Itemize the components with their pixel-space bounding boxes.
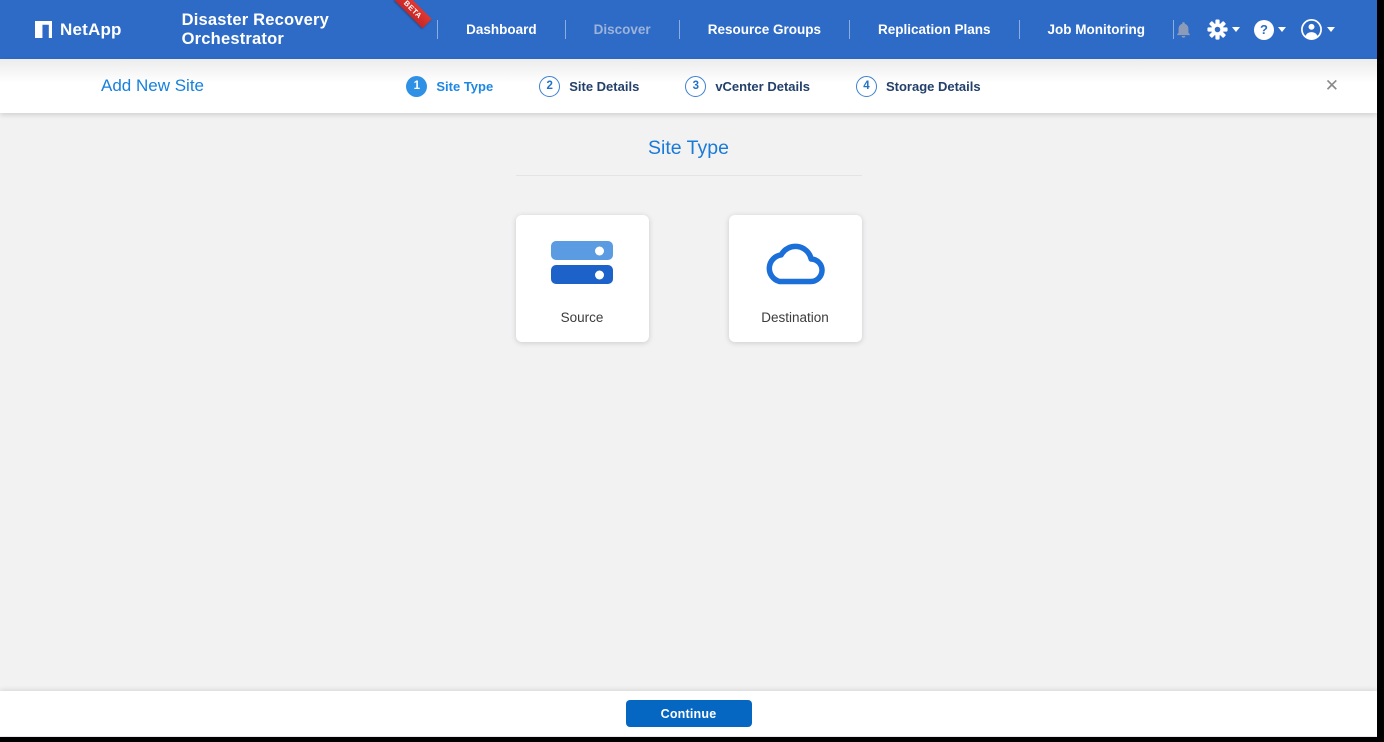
user-account-button[interactable] <box>1300 18 1335 41</box>
step-label: Site Details <box>569 78 640 94</box>
server-bar <box>551 241 613 260</box>
wizard-header: Add New Site 1 Site Type 2 Site Details … <box>0 59 1377 113</box>
nav-replication-plans[interactable]: Replication Plans <box>850 20 1020 39</box>
main-nav: Dashboard Discover Resource Groups Repli… <box>437 18 1174 42</box>
gear-icon <box>1207 19 1228 40</box>
chevron-down-icon <box>1232 27 1240 32</box>
top-header: NetApp Disaster Recovery Orchestrator BE… <box>0 0 1377 59</box>
step-site-type[interactable]: 1 Site Type <box>406 75 494 97</box>
page-title: Site Type <box>648 137 729 159</box>
bell-icon <box>1177 21 1190 38</box>
nav-discover[interactable]: Discover <box>566 20 680 39</box>
destination-icon-zone <box>729 215 862 310</box>
app-window: NetApp Disaster Recovery Orchestrator BE… <box>0 0 1377 737</box>
beta-badge: BETA <box>394 0 432 28</box>
source-icon-zone <box>516 215 649 310</box>
server-led <box>595 246 604 255</box>
help-menu-button[interactable]: ? <box>1254 19 1286 40</box>
step-vcenter-details[interactable]: 3 vCenter Details <box>685 75 810 97</box>
destination-option-card[interactable]: Destination <box>728 215 862 342</box>
step-label: Storage Details <box>885 78 981 94</box>
server-led <box>595 270 604 279</box>
nav-resource-groups[interactable]: Resource Groups <box>680 20 850 39</box>
app-title: Disaster Recovery Orchestrator <box>181 10 330 48</box>
source-option-card[interactable]: Source <box>515 215 649 342</box>
notifications-bell-button[interactable] <box>1174 20 1193 40</box>
settings-menu-button[interactable] <box>1207 19 1240 40</box>
wizard-steps: 1 Site Type 2 Site Details 3 vCenter Det… <box>396 75 981 97</box>
footer-bar: Continue <box>0 691 1377 736</box>
nav-job-monitoring[interactable]: Job Monitoring <box>1020 20 1174 39</box>
destination-option-label: Destination <box>761 310 829 325</box>
header-icons: ? <box>1174 18 1377 41</box>
server-stack-icon <box>551 241 613 284</box>
netapp-brand[interactable]: NetApp <box>35 20 122 40</box>
user-icon <box>1301 19 1322 40</box>
step-number-badge: 3 <box>685 75 707 97</box>
wizard-title: Add New Site <box>101 76 204 95</box>
close-icon[interactable]: ✕ <box>1317 72 1347 100</box>
step-storage-details[interactable]: 4 Storage Details <box>855 75 981 97</box>
server-bar <box>551 265 613 284</box>
continue-button[interactable]: Continue <box>625 700 752 727</box>
nav-dashboard[interactable]: Dashboard <box>437 20 566 39</box>
step-site-details[interactable]: 2 Site Details <box>539 75 640 97</box>
step-label: vCenter Details <box>715 78 810 94</box>
site-type-options: Source Destination <box>515 215 862 342</box>
app-title-wrap: Disaster Recovery Orchestrator BETA <box>181 0 432 49</box>
cloud-icon <box>766 243 825 284</box>
chevron-down-icon <box>1278 27 1286 32</box>
step-label: Site Type <box>436 78 494 94</box>
step-number-badge: 1 <box>406 75 428 97</box>
brand-name: NetApp <box>60 19 122 39</box>
source-option-label: Source <box>560 310 604 325</box>
netapp-logo-icon <box>35 21 52 38</box>
chevron-down-icon <box>1327 27 1335 32</box>
main-content: Site Type Source Destination <box>0 113 1377 691</box>
step-number-badge: 4 <box>855 75 877 97</box>
step-number-badge: 2 <box>539 75 561 97</box>
heading-divider <box>515 175 862 176</box>
help-icon: ? <box>1254 19 1274 40</box>
